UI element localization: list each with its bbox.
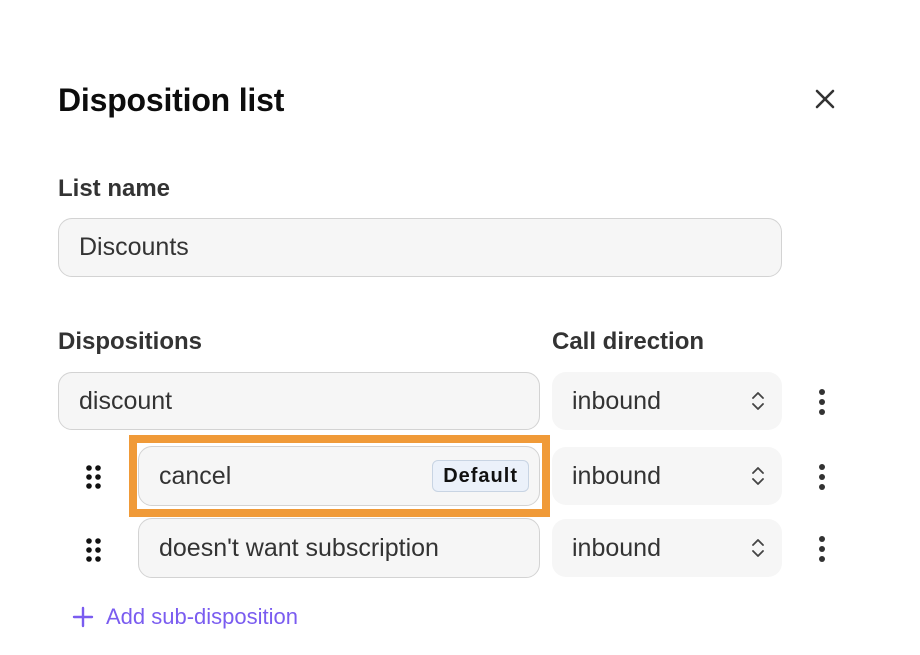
chevron-up-down-icon: [752, 467, 764, 485]
kebab-icon: [819, 389, 825, 415]
drag-handle-icon: [86, 465, 101, 489]
call-direction-value: inbound: [572, 386, 661, 415]
chevron-up-down-icon: [752, 539, 764, 557]
call-direction-select[interactable]: inbound: [552, 372, 782, 430]
kebab-icon: [819, 536, 825, 562]
add-sub-disposition-button[interactable]: Add sub-disposition: [72, 604, 298, 630]
more-options-button[interactable]: [812, 533, 832, 565]
call-direction-value: inbound: [572, 533, 661, 562]
drag-handle[interactable]: [84, 536, 104, 564]
call-direction-value: inbound: [572, 461, 661, 490]
dialog-title: Disposition list: [58, 82, 285, 118]
sub-disposition-name-input[interactable]: cancel Default: [138, 446, 540, 506]
list-name-input[interactable]: Discounts: [58, 218, 782, 277]
plus-icon: [72, 606, 94, 628]
chevron-up-down-icon: [752, 392, 764, 410]
call-direction-select[interactable]: inbound: [552, 519, 782, 577]
disposition-name-value: discount: [79, 386, 173, 415]
drag-handle-icon: [86, 538, 101, 562]
sub-disposition-name-value: cancel: [159, 461, 232, 490]
list-name-label: List name: [58, 175, 171, 202]
close-icon: [815, 89, 835, 109]
close-button[interactable]: [810, 84, 840, 114]
sub-disposition-name-value: doesn't want subscription: [159, 533, 439, 562]
disposition-name-input[interactable]: discount: [58, 372, 540, 430]
drag-handle[interactable]: [84, 463, 104, 491]
more-options-button[interactable]: [812, 461, 832, 493]
kebab-icon: [819, 464, 825, 490]
dispositions-label: Dispositions: [58, 328, 203, 355]
more-options-button[interactable]: [812, 386, 832, 418]
sub-disposition-name-input[interactable]: doesn't want subscription: [138, 518, 540, 578]
add-sub-disposition-label: Add sub-disposition: [106, 604, 299, 629]
call-direction-label: Call direction: [552, 328, 705, 355]
default-badge: Default: [432, 460, 529, 492]
call-direction-select[interactable]: inbound: [552, 447, 782, 505]
list-name-value: Discounts: [79, 233, 189, 261]
